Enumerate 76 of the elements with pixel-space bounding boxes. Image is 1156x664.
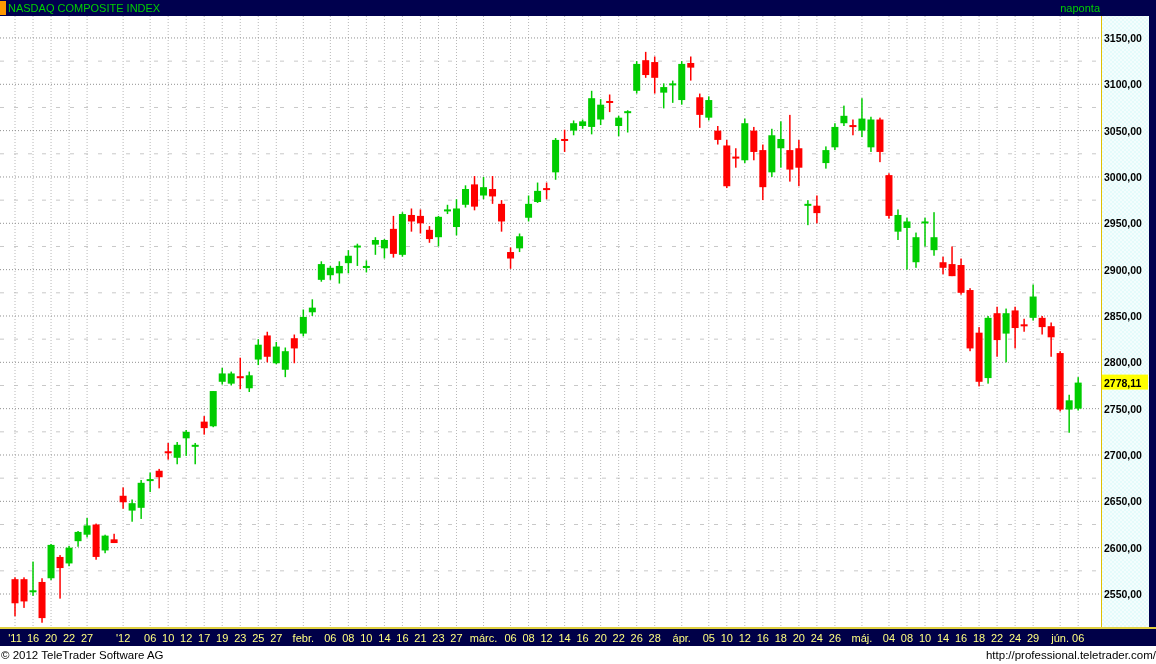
copyright-text: © 2012 TeleTrader Software AG xyxy=(1,649,164,661)
x-axis-label: 20 xyxy=(44,632,58,644)
x-axis-label: 12 xyxy=(180,632,193,644)
x-axis-label: 05 xyxy=(702,632,715,644)
x-axis-label: 10 xyxy=(360,632,373,644)
x-axis-label: 08 xyxy=(522,632,535,644)
x-axis-label: 16 xyxy=(954,632,968,644)
y-axis-label: 3000,00 xyxy=(1104,170,1142,183)
x-axis-label: márc. xyxy=(469,632,498,644)
candlestick xyxy=(462,185,469,208)
x-axis-label: 27 xyxy=(80,632,94,644)
y-axis-label: 3150,00 xyxy=(1104,31,1142,44)
x-axis-label: 22 xyxy=(612,632,625,644)
x-axis-label: 29 xyxy=(1027,632,1040,644)
chart-title: NASDAQ COMPOSITE INDEX xyxy=(8,2,162,14)
y-axis-label: 3100,00 xyxy=(1104,78,1142,91)
x-axis-label: 27 xyxy=(450,632,463,644)
x-axis-label: '12 xyxy=(115,632,131,644)
x-axis-label: 14 xyxy=(936,632,950,644)
x-axis-label: 12 xyxy=(540,632,553,644)
candlestick xyxy=(471,176,478,211)
x-axis-label: 18 xyxy=(774,632,787,644)
x-axis-label: 18 xyxy=(972,632,986,644)
x-axis-label: 20 xyxy=(594,632,607,644)
x-axis-label: ápr. xyxy=(672,632,691,644)
x-axis-label: 24 xyxy=(1009,632,1022,644)
y-axis-label: 2750,00 xyxy=(1104,402,1142,415)
x-axis-label: 08 xyxy=(342,632,355,644)
candlestick xyxy=(480,177,487,200)
x-axis-label: 06 xyxy=(324,632,337,644)
x-axis-label: 20 xyxy=(792,632,805,644)
x-axis-label: 10 xyxy=(162,632,175,644)
candlestick xyxy=(444,204,451,215)
x-axis-label: 22 xyxy=(990,632,1004,644)
x-axis-label: 28 xyxy=(648,632,661,644)
x-axis-label: 10 xyxy=(918,632,932,644)
x-axis-label: 22 xyxy=(62,632,76,644)
x-axis-label: 26 xyxy=(630,632,643,644)
series-marker-icon xyxy=(0,1,6,15)
x-axis-label: 16 xyxy=(756,632,769,644)
y-axis-label: 2900,00 xyxy=(1104,263,1142,276)
y-axis-label: 2650,00 xyxy=(1104,495,1142,508)
x-axis-label: 16 xyxy=(576,632,589,644)
x-axis-label: 16 xyxy=(396,632,409,644)
x-axis-label: 12 xyxy=(738,632,751,644)
x-axis-label: '11 xyxy=(8,632,22,644)
x-axis-label: 04 xyxy=(882,632,896,644)
x-axis-label: 06 xyxy=(144,632,157,644)
x-axis-label: 25 xyxy=(252,632,265,644)
x-axis-label: 14 xyxy=(378,632,391,644)
x-axis-label: 06 xyxy=(504,632,517,644)
x-axis-label: 19 xyxy=(216,632,229,644)
x-axis-label: febr. xyxy=(292,632,314,644)
x-axis-label: 23 xyxy=(432,632,445,644)
x-axis-label: 23 xyxy=(234,632,247,644)
x-axis-label: jún. xyxy=(1051,632,1070,644)
x-axis-label: 26 xyxy=(828,632,842,644)
x-axis-label: 16 xyxy=(26,632,40,644)
website-link[interactable]: http://professional.teletrader.com/ xyxy=(985,649,1156,661)
x-axis-label: 14 xyxy=(558,632,571,644)
x-axis-label: 06 xyxy=(1072,632,1085,644)
x-axis-label: 10 xyxy=(720,632,733,644)
y-axis-label: 2800,00 xyxy=(1104,356,1142,369)
y-axis-label: 2950,00 xyxy=(1104,217,1142,230)
x-axis-label: 17 xyxy=(198,632,211,644)
y-axis-label: 2600,00 xyxy=(1104,541,1142,554)
x-axis-label: máj. xyxy=(851,632,873,644)
x-axis-label: 24 xyxy=(810,632,823,644)
x-axis-label: 08 xyxy=(900,632,914,644)
y-axis-label: 2550,00 xyxy=(1104,588,1142,600)
x-axis-label: 21 xyxy=(414,632,427,644)
y-axis-label: 3050,00 xyxy=(1104,124,1142,137)
x-axis-label: 27 xyxy=(270,632,283,644)
interval-label: naponta xyxy=(1060,2,1100,14)
y-axis-label: 2850,00 xyxy=(1104,310,1142,322)
y-axis-label: 2700,00 xyxy=(1104,449,1142,461)
